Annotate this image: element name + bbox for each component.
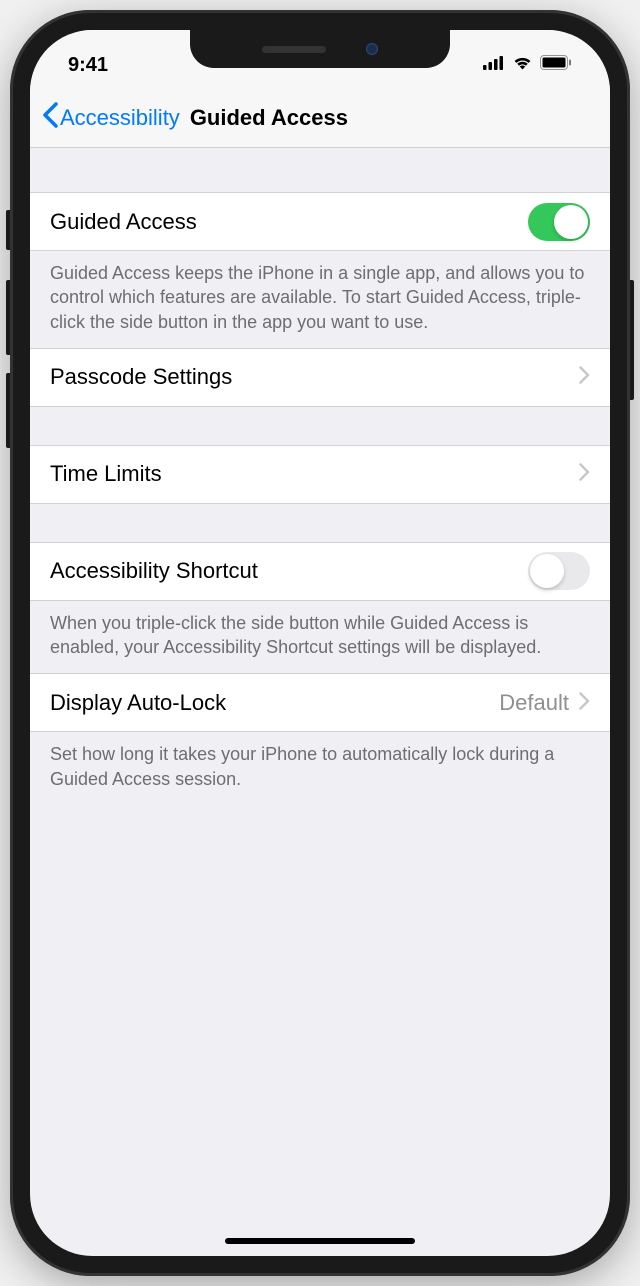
settings-content: Guided Access Guided Access keeps the iP… — [30, 148, 610, 805]
wifi-icon — [512, 55, 533, 75]
guided-access-toggle[interactable] — [528, 203, 590, 241]
navigation-bar: Accessibility Guided Access — [30, 88, 610, 148]
guided-access-footer: Guided Access keeps the iPhone in a sing… — [30, 251, 610, 348]
row-value: Default — [499, 690, 569, 716]
row-label: Guided Access — [50, 209, 528, 235]
notch — [190, 30, 450, 68]
row-label: Passcode Settings — [50, 364, 579, 390]
status-time: 9:41 — [68, 42, 108, 77]
home-indicator[interactable] — [225, 1238, 415, 1244]
screen: 9:41 Accessibility Guided Acces — [30, 30, 610, 1256]
row-passcode-settings[interactable]: Passcode Settings — [30, 348, 610, 407]
battery-icon — [540, 55, 572, 75]
accessibility-shortcut-toggle[interactable] — [528, 552, 590, 590]
status-icons — [483, 43, 572, 75]
row-guided-access: Guided Access — [30, 192, 610, 251]
chevron-right-icon — [579, 690, 590, 716]
page-title: Guided Access — [190, 105, 348, 131]
chevron-right-icon — [579, 461, 590, 487]
back-chevron-icon — [42, 102, 58, 134]
accessibility-shortcut-footer: When you triple-click the side button wh… — [30, 601, 610, 674]
row-accessibility-shortcut: Accessibility Shortcut — [30, 542, 610, 601]
back-button[interactable]: Accessibility — [42, 102, 180, 134]
row-label: Time Limits — [50, 461, 579, 487]
row-display-auto-lock[interactable]: Display Auto-Lock Default — [30, 673, 610, 732]
row-label: Accessibility Shortcut — [50, 558, 528, 584]
display-auto-lock-footer: Set how long it takes your iPhone to aut… — [30, 732, 610, 805]
phone-frame: 9:41 Accessibility Guided Acces — [10, 10, 630, 1276]
back-label: Accessibility — [60, 105, 180, 131]
row-time-limits[interactable]: Time Limits — [30, 445, 610, 504]
chevron-right-icon — [579, 364, 590, 390]
row-label: Display Auto-Lock — [50, 690, 499, 716]
cellular-signal-icon — [483, 56, 505, 75]
